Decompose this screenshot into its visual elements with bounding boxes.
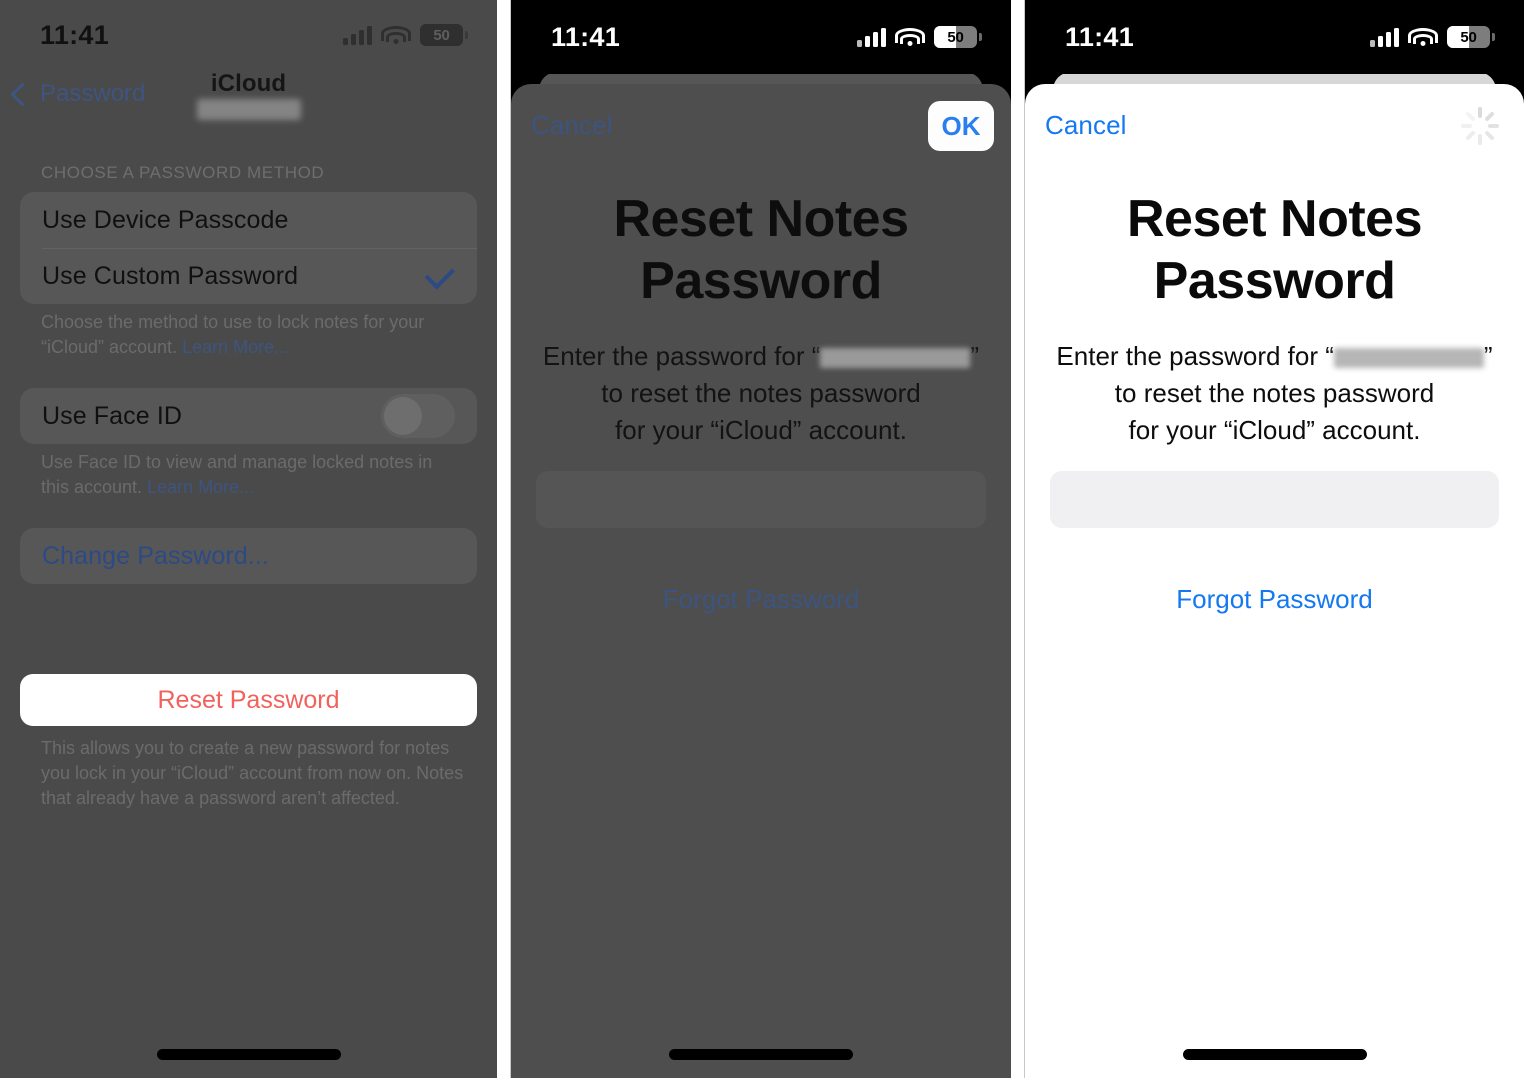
status-bar-indicators: 50	[343, 24, 468, 46]
description-prefix: Enter the password for “	[542, 341, 821, 371]
sheet-title: Reset Notes Password	[613, 190, 909, 310]
toggle-knob	[384, 397, 422, 435]
status-bar: 11:41 50	[511, 0, 1011, 74]
status-bar: 11:41 50	[0, 0, 497, 70]
account-name-redacted	[1333, 348, 1484, 368]
battery-icon: 50	[420, 24, 468, 46]
panel-edge-line	[510, 0, 511, 1078]
change-password-card: Change Password...	[20, 528, 477, 584]
settings-screen-body: 11:41 50 Password iCloud CHOOSE A PASSWO…	[0, 0, 497, 1078]
face-id-footnote: Use Face ID to view and manage locked no…	[41, 450, 461, 500]
activity-spinner-icon	[1458, 104, 1502, 148]
navigation-bar: Password iCloud	[0, 70, 497, 132]
home-indicator	[669, 1049, 853, 1060]
learn-more-link[interactable]: Learn More...	[147, 477, 254, 497]
status-bar: 11:41 50	[1025, 0, 1524, 74]
status-bar-time: 11:41	[1065, 21, 1135, 52]
row-label: Use Device Passcode	[42, 205, 289, 234]
face-id-card: Use Face ID	[20, 388, 477, 444]
row-label: Use Custom Password	[42, 261, 299, 290]
cellular-signal-icon	[343, 25, 372, 45]
wifi-icon	[895, 27, 925, 47]
description-line-3: for your “iCloud” account.	[615, 415, 907, 445]
checkmark-icon	[424, 258, 456, 290]
cancel-button[interactable]: Cancel	[1045, 110, 1127, 141]
battery-percent-label: 50	[433, 26, 450, 44]
panel-separator	[497, 0, 511, 1078]
phone-screen-reset-dialog-dimmed: 11:41 50 Cancel OK Reset Notes Password	[511, 0, 1011, 1078]
wifi-icon	[381, 25, 411, 45]
cancel-button[interactable]: Cancel	[531, 110, 613, 141]
sheet-description: Enter the password for “ ” to reset the n…	[511, 338, 1011, 449]
battery-icon: 50	[934, 26, 982, 48]
reset-password-button[interactable]: Reset Password	[20, 674, 477, 726]
description-line-2: to reset the notes password	[1114, 378, 1435, 408]
status-bar-indicators: 50	[857, 26, 982, 48]
status-bar-indicators: 50	[1370, 26, 1495, 48]
description-line-1: Enter the password for “ ”	[1056, 341, 1492, 371]
home-indicator	[1182, 1049, 1367, 1060]
wifi-icon	[1408, 27, 1438, 47]
password-input[interactable]	[1050, 471, 1499, 528]
row-label: Change Password...	[42, 541, 269, 570]
row-use-custom-password[interactable]: Use Custom Password	[20, 248, 477, 304]
home-indicator	[156, 1049, 341, 1060]
row-change-password[interactable]: Change Password...	[20, 528, 477, 584]
forgot-password-link[interactable]: Forgot Password	[511, 584, 1011, 615]
learn-more-link[interactable]: Learn More...	[182, 337, 289, 357]
page-title: iCloud	[210, 70, 287, 97]
ok-button-label: OK	[941, 110, 981, 141]
cellular-signal-icon	[857, 27, 886, 47]
battery-icon: 50	[1447, 26, 1495, 48]
password-method-footnote: Choose the method to use to lock notes f…	[41, 310, 461, 360]
reset-notes-password-sheet: Cancel OK Reset Notes Password Enter the…	[511, 84, 1011, 1078]
reset-password-button-label: Reset Password	[157, 685, 340, 714]
screenshot-canvas: 11:41 50 Password iCloud CHOOSE A PASSWO…	[0, 0, 1524, 1078]
face-id-toggle[interactable]	[381, 394, 455, 438]
cellular-signal-icon	[1370, 27, 1399, 47]
row-label: Use Face ID	[42, 401, 183, 430]
page-subtitle-redacted	[196, 99, 301, 120]
battery-percent-label: 50	[947, 28, 964, 46]
sheet-toolbar: Cancel	[1025, 84, 1524, 168]
sheet-description: Enter the password for “ ” to reset the n…	[1025, 338, 1524, 449]
description-suffix: ”	[970, 341, 980, 371]
description-suffix: ”	[1483, 341, 1493, 371]
status-bar-time: 11:41	[551, 21, 621, 52]
sheet-toolbar: Cancel OK	[511, 84, 1011, 168]
description-line-1: Enter the password for “ ”	[543, 341, 979, 371]
reset-notes-password-sheet: Cancel Reset Notes Password Enter the pa…	[1025, 84, 1524, 1078]
password-method-card: Use Device Passcode Use Custom Password	[20, 192, 477, 304]
panel-edge-line	[1024, 0, 1025, 1078]
description-line-3: for your “iCloud” account.	[1128, 415, 1421, 445]
ok-button[interactable]: OK	[928, 101, 994, 151]
phone-screen-reset-dialog-active: 11:41 50 Cancel Reset Notes Password Ent…	[1025, 0, 1524, 1078]
forgot-password-link[interactable]: Forgot Password	[1025, 584, 1524, 615]
row-use-device-passcode[interactable]: Use Device Passcode	[20, 192, 477, 248]
reset-password-footnote: This allows you to create a new password…	[41, 738, 464, 808]
description-prefix: Enter the password for “	[1056, 341, 1334, 371]
battery-percent-label: 50	[1460, 28, 1477, 46]
phone-screen-settings: 11:41 50 Password iCloud CHOOSE A PASSWO…	[0, 0, 497, 1078]
password-input[interactable]	[536, 471, 986, 528]
account-name-redacted	[820, 348, 971, 368]
row-use-face-id[interactable]: Use Face ID	[20, 388, 477, 444]
status-bar-time: 11:41	[40, 19, 110, 50]
description-line-2: to reset the notes password	[601, 378, 921, 408]
section-header-password-method: CHOOSE A PASSWORD METHOD	[41, 163, 325, 182]
panel-separator	[1011, 0, 1025, 1078]
sheet-title: Reset Notes Password	[1126, 190, 1423, 310]
